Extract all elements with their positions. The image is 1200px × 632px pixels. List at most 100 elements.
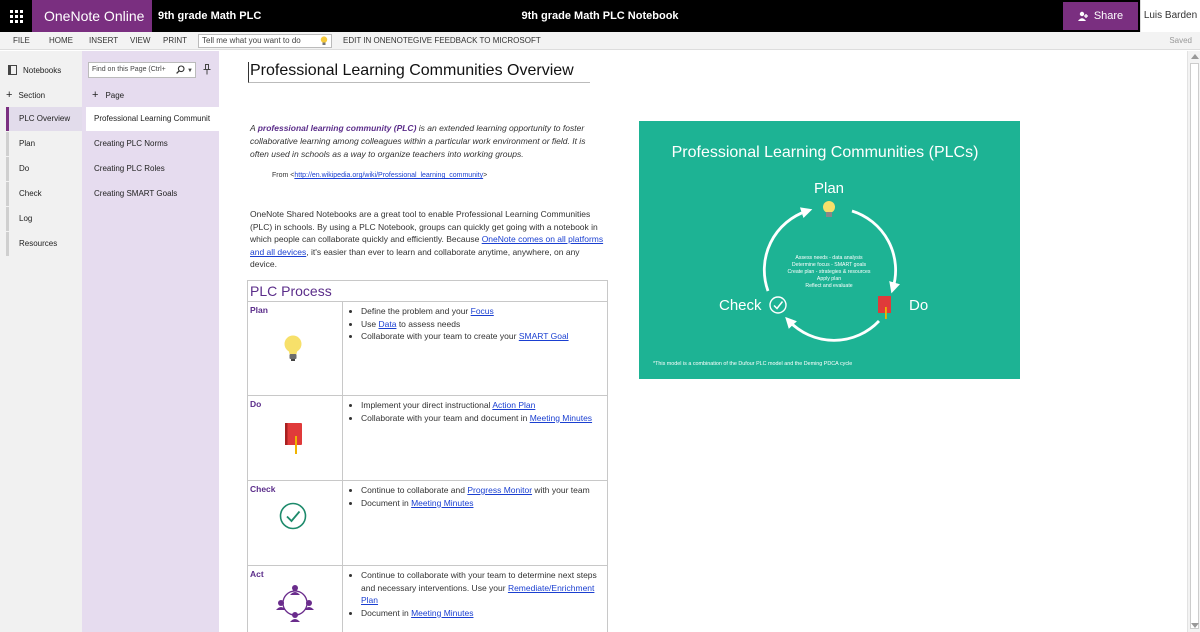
notebook-icon — [878, 296, 891, 319]
plus-icon: + — [92, 89, 99, 101]
intro-paragraph[interactable]: OneNote Shared Notebooks are a great too… — [250, 208, 605, 271]
app-launcher-button[interactable] — [0, 0, 32, 32]
list-item: Use Data to assess needs — [361, 318, 605, 331]
tell-me-input[interactable]: Tell me what you want to do — [198, 34, 332, 48]
source-citation: From <http://en.wikipedia.org/wiki/Profe… — [272, 172, 487, 179]
plus-icon: + — [6, 89, 13, 101]
sections-pane: Notebooks + Section PLC Overview Plan Do… — [0, 51, 82, 632]
bullet-text: Document in — [361, 607, 412, 618]
notebooks-label: Notebooks — [23, 65, 62, 75]
step-label-act[interactable]: Act — [247, 565, 343, 632]
add-section-button[interactable]: + Section — [6, 89, 45, 101]
step-desc-check[interactable]: Continue to collaborate and Progress Mon… — [342, 480, 608, 566]
table-header[interactable]: PLC Process — [247, 280, 608, 302]
give-feedback-link[interactable]: GIVE FEEDBACK TO MICROSOFT — [413, 32, 541, 50]
ribbon: FILE HOME INSERT VIEW PRINT Tell me what… — [0, 32, 1200, 50]
add-page-button[interactable]: + Page — [92, 89, 124, 101]
list-item: Collaborate with your team and document … — [361, 412, 605, 425]
cycle-center-line: Create plan - strategies & resources — [787, 269, 870, 275]
progress-monitor-link[interactable]: Progress Monitor — [467, 485, 532, 495]
definition-term: professional learning community (PLC) — [257, 123, 417, 133]
bullet-text: Define the problem and your — [361, 306, 471, 316]
table-row: Act Continue to collaborate with your te… — [247, 565, 608, 632]
share-label: Share — [1093, 10, 1124, 22]
bullet-text: Use — [361, 318, 379, 329]
tab-file[interactable]: FILE — [13, 32, 30, 50]
edit-in-onenote-button[interactable]: EDIT IN ONENOTE — [343, 32, 413, 50]
find-on-page-input[interactable]: Find on this Page (Ctrl+ ▼ — [88, 62, 196, 78]
page-item-norms[interactable]: Creating PLC Norms — [86, 132, 219, 156]
bullet-text: Document in — [361, 497, 412, 508]
table-row: Check Continue to collaborate and Progre… — [247, 480, 608, 566]
step-label-check[interactable]: Check — [247, 480, 343, 566]
wikipedia-link[interactable]: http://en.wikipedia.org/wiki/Professiona… — [294, 172, 483, 179]
plc-cycle-image[interactable]: Professional Learning Communities (PLCs)… — [639, 121, 1020, 379]
lightbulb-icon — [320, 36, 328, 45]
step-desc-plan[interactable]: Define the problem and your Focus Use Da… — [342, 301, 608, 396]
section-log[interactable]: Log — [6, 207, 82, 231]
checkmark-icon — [279, 502, 307, 530]
vertical-scrollbar[interactable] — [1187, 51, 1200, 632]
page-item-roles[interactable]: Creating PLC Roles — [86, 157, 219, 181]
tab-view[interactable]: VIEW — [130, 32, 150, 50]
bullet-text: with your team — [532, 485, 590, 495]
share-button[interactable]: Share — [1063, 2, 1138, 30]
cycle-arrow-plan-to-do — [851, 209, 900, 294]
graphic-check-label: Check — [719, 297, 762, 314]
list-item: Implement your direct instructional Acti… — [361, 399, 605, 412]
list-item: Define the problem and your Focus — [361, 305, 605, 318]
scroll-up-arrow-icon[interactable] — [1191, 54, 1199, 59]
table-row: Do Implement your direct instructional A… — [247, 395, 608, 481]
step-label-plan[interactable]: Plan — [247, 301, 343, 396]
list-item: Collaborate with your team to create you… — [361, 330, 605, 343]
section-do[interactable]: Do — [6, 157, 82, 181]
list-item: Document in Meeting Minutes — [361, 607, 605, 620]
meeting-minutes-link[interactable]: Meeting Minutes — [411, 498, 473, 508]
step-label-do[interactable]: Do — [247, 395, 343, 481]
section-plc-overview[interactable]: PLC Overview — [6, 107, 82, 131]
app-brand[interactable]: OneNote Online — [32, 0, 152, 32]
pages-pane: Find on this Page (Ctrl+ ▼ + Page Profes… — [82, 51, 219, 632]
page-canvas[interactable]: Professional Learning Communities Overvi… — [220, 51, 1187, 632]
step-name: Plan — [250, 305, 268, 315]
focus-link[interactable]: Focus — [471, 306, 494, 316]
section-resources[interactable]: Resources — [6, 232, 82, 256]
cycle-center-line: Determine focus - SMART goals — [792, 262, 867, 268]
cycle-arrow-check-to-plan — [762, 207, 813, 292]
page-item-plc-overview[interactable]: Professional Learning Communit — [86, 107, 219, 131]
bullet-text: Collaborate with your team and document … — [361, 412, 530, 423]
meeting-minutes-link[interactable]: Meeting Minutes — [411, 608, 473, 618]
notebooks-icon — [8, 65, 17, 75]
bullet-text: Collaborate with your team to create you… — [361, 331, 519, 341]
user-name[interactable]: Luis Barden — [1140, 0, 1200, 32]
smart-goal-link[interactable]: SMART Goal — [519, 331, 569, 341]
search-icon[interactable] — [176, 65, 185, 74]
plc-definition[interactable]: A professional learning community (PLC) … — [250, 122, 602, 161]
cycle-arrow-do-to-check — [785, 316, 881, 342]
scroll-thumb[interactable] — [1190, 63, 1199, 629]
lightbulb-icon — [823, 201, 835, 217]
step-desc-do[interactable]: Implement your direct instructional Acti… — [342, 395, 608, 481]
tab-print[interactable]: PRINT — [163, 32, 187, 50]
page-title[interactable]: Professional Learning Communities Overvi… — [248, 62, 590, 83]
pin-icon[interactable] — [203, 64, 211, 75]
data-link[interactable]: Data — [378, 319, 396, 329]
step-desc-act[interactable]: Continue to collaborate with your team t… — [342, 565, 608, 632]
scroll-down-arrow-icon[interactable] — [1191, 623, 1199, 628]
notebook-breadcrumb[interactable]: 9th grade Math PLC — [158, 0, 261, 32]
chevron-down-icon[interactable]: ▼ — [187, 64, 193, 78]
section-plan[interactable]: Plan — [6, 132, 82, 156]
cycle-center-line: Reflect and evaluate — [805, 283, 852, 289]
add-section-label: Section — [18, 90, 46, 100]
cycle-center-line: Apply plan — [817, 276, 841, 282]
page-item-smart-goals[interactable]: Creating SMART Goals — [86, 182, 219, 206]
section-check[interactable]: Check — [6, 182, 82, 206]
bullet-text: Implement your direct instructional — [361, 400, 493, 410]
list-item: Document in Meeting Minutes — [361, 497, 605, 510]
bullet-text: to assess needs — [396, 318, 461, 329]
tab-home[interactable]: HOME — [49, 32, 73, 50]
tab-insert[interactable]: INSERT — [89, 32, 118, 50]
action-plan-link[interactable]: Action Plan — [492, 400, 535, 410]
notebooks-button[interactable]: Notebooks — [8, 65, 61, 75]
meeting-minutes-link[interactable]: Meeting Minutes — [530, 413, 592, 423]
